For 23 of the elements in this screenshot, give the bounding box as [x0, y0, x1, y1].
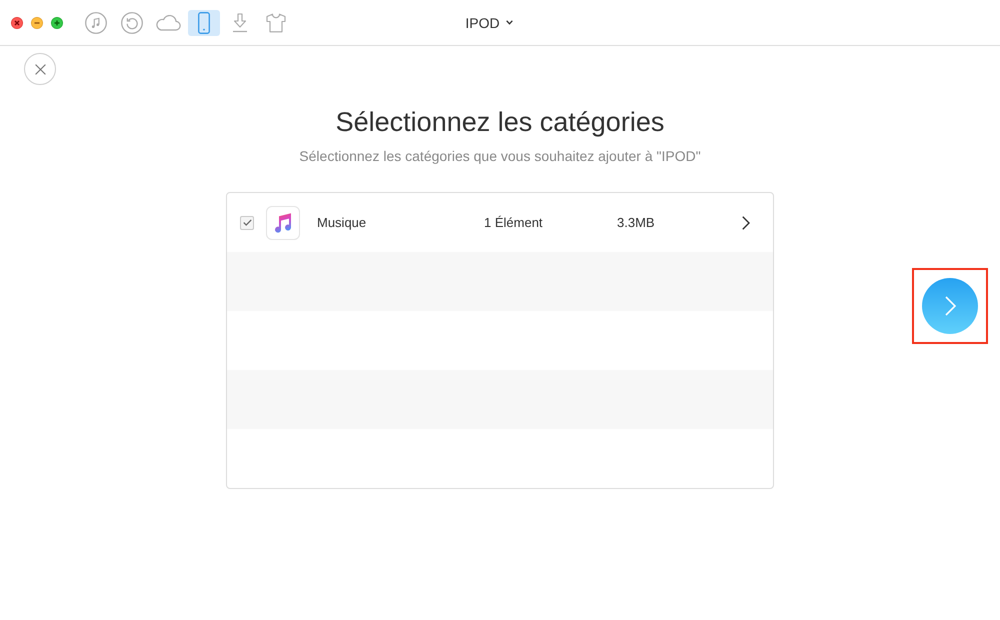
item-count: 1 Élément	[484, 215, 543, 230]
caret-icon[interactable]	[506, 20, 513, 25]
phone-icon	[198, 12, 210, 34]
music-note-icon	[266, 206, 300, 240]
download-icon	[232, 12, 248, 32]
page-heading: Sélectionnez les catégories	[336, 107, 664, 137]
minimize-window-icon[interactable]	[31, 16, 43, 28]
checkbox[interactable]	[240, 216, 254, 230]
shirt-icon	[266, 12, 286, 32]
chevron-right-icon	[944, 296, 956, 316]
checkmark-icon	[242, 219, 252, 226]
cloud-icon	[155, 14, 181, 30]
close-icon	[34, 64, 46, 74]
music-note-icon	[85, 12, 107, 34]
close-window-icon[interactable]	[11, 16, 23, 28]
page-subtitle: Sélectionnez les catégories que vous souhaitez ajouter à "IPOD"	[299, 148, 701, 164]
device-name[interactable]: IPOD	[465, 14, 500, 30]
close-button[interactable]	[24, 53, 56, 85]
zoom-window-icon[interactable]	[51, 16, 63, 28]
category-name: Musique	[317, 215, 366, 230]
toolbar-button[interactable]	[188, 10, 220, 36]
category-size: 3.3MB	[617, 215, 655, 230]
chevron-right-icon[interactable]	[742, 216, 750, 230]
